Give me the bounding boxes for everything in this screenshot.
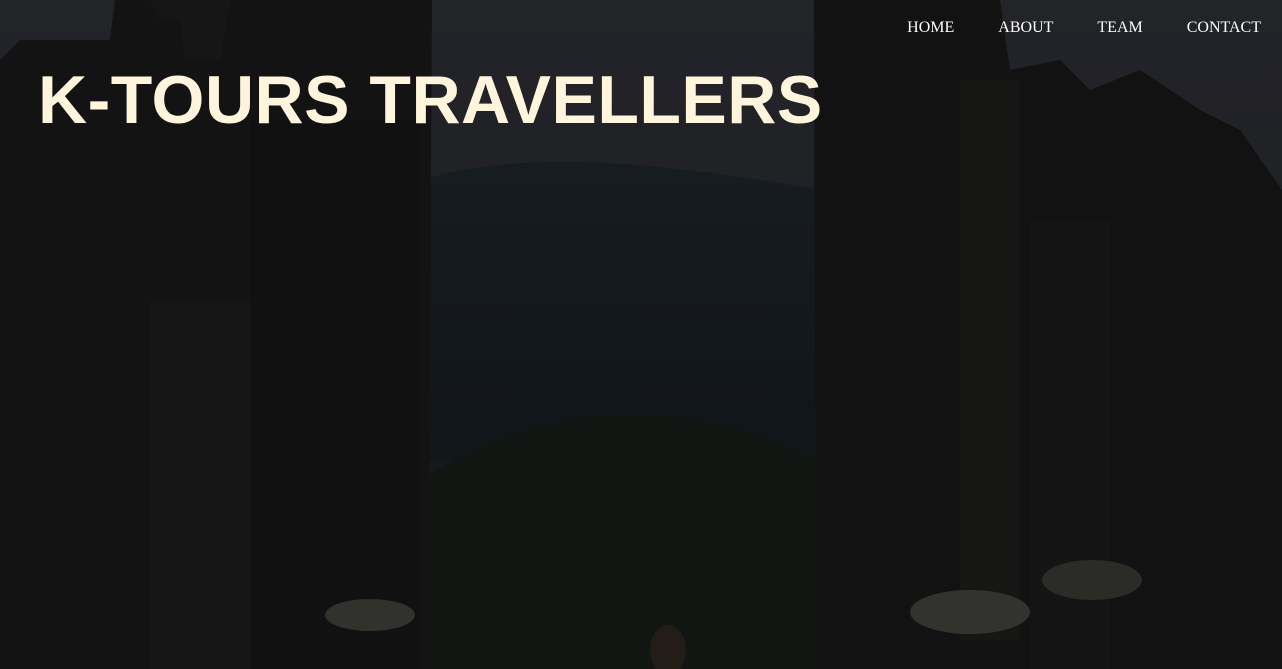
nav-contact-link[interactable]: CONTACT xyxy=(1164,18,1282,38)
main-navigation: HOME ABOUT TEAM CONTACT xyxy=(884,18,1282,38)
nav-home-link[interactable]: HOME xyxy=(884,18,975,38)
hero-section: HOME ABOUT TEAM CONTACT K-TOURS TRAVELLE… xyxy=(0,0,1282,669)
nav-team-link[interactable]: TEAM xyxy=(1074,18,1163,38)
site-title: K-TOURS TRAVELLERS xyxy=(38,62,823,138)
nav-about-link[interactable]: ABOUT xyxy=(975,18,1074,38)
